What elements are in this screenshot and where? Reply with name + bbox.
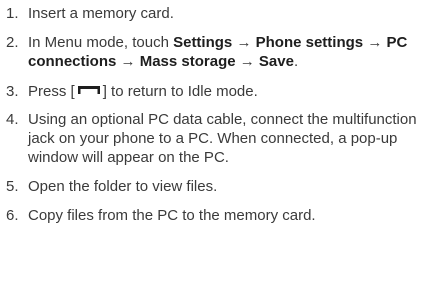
step-text: ] to return to Idle mode. bbox=[102, 83, 258, 100]
step-number: 2. bbox=[6, 34, 19, 51]
arrow-icon: → bbox=[239, 53, 255, 70]
menu-item-phone-settings: Phone settings bbox=[255, 34, 364, 51]
step-4: 4. Using an optional PC data cable, conn… bbox=[3, 110, 431, 167]
step-text: Open the folder to view files. bbox=[28, 178, 218, 195]
step-number: 4. bbox=[6, 111, 19, 128]
menu-item-mass-storage: Mass storage bbox=[139, 53, 236, 70]
menu-key-icon bbox=[77, 86, 100, 94]
step-3: 3. Press [ ] to return to Idle mode. bbox=[3, 82, 431, 101]
instruction-steps: 1. Insert a memory card. 2. In Menu mode… bbox=[3, 4, 431, 225]
step-2: 2. In Menu mode, touch Settings → Phone … bbox=[3, 33, 431, 71]
arrow-icon: → bbox=[367, 34, 383, 51]
step-text: Copy files from the PC to the memory car… bbox=[28, 207, 316, 224]
step-number: 6. bbox=[6, 207, 19, 224]
step-number: 5. bbox=[6, 178, 19, 195]
step-text: Press [ bbox=[28, 83, 75, 100]
step-number: 3. bbox=[6, 83, 19, 100]
arrow-icon: → bbox=[236, 34, 252, 51]
step-text: Using an optional PC data cable, connect… bbox=[28, 111, 417, 166]
menu-item-save: Save bbox=[258, 53, 294, 70]
step-1: 1. Insert a memory card. bbox=[3, 4, 431, 23]
arrow-icon: → bbox=[120, 53, 136, 70]
menu-item-settings: Settings bbox=[173, 34, 233, 51]
step-number: 1. bbox=[6, 5, 19, 22]
step-6: 6. Copy files from the PC to the memory … bbox=[3, 206, 431, 225]
step-text: In Menu mode, touch bbox=[28, 34, 174, 51]
step-text: . bbox=[293, 53, 299, 70]
step-text: Insert a memory card. bbox=[28, 5, 174, 22]
step-5: 5. Open the folder to view files. bbox=[3, 177, 431, 196]
